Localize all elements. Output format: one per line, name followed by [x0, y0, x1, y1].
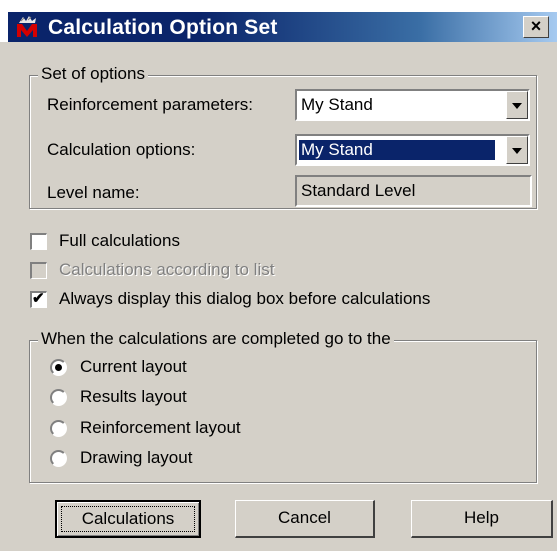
reinforcement-parameters-value: My Stand	[301, 95, 373, 114]
title-bar[interactable]: Calculation Option Set ×	[0, 0, 557, 42]
close-button[interactable]: ×	[523, 16, 549, 38]
chevron-down-icon[interactable]	[506, 91, 528, 119]
reinforcement-layout-radio[interactable]	[50, 420, 67, 437]
results-layout-radio[interactable]	[50, 389, 67, 406]
help-button-label: Help	[464, 508, 499, 527]
focus-rect	[61, 506, 195, 532]
set-of-options-title: Set of options	[38, 64, 148, 84]
drawing-layout-radio[interactable]	[50, 450, 67, 467]
reinforcement-parameters-label: Reinforcement parameters:	[47, 95, 253, 114]
reinforcement-layout-label[interactable]: Reinforcement layout	[80, 418, 241, 438]
calculation-option-set-dialog: Calculation Option Set × Set of options …	[0, 0, 557, 551]
drawing-layout-label[interactable]: Drawing layout	[80, 448, 192, 468]
goto-layout-title: When the calculations are completed go t…	[38, 329, 394, 349]
calculations-by-list-checkbox	[30, 262, 47, 279]
cancel-button[interactable]: Cancel	[235, 500, 375, 538]
calculations-button[interactable]: Calculations	[55, 500, 201, 538]
chevron-down-icon[interactable]	[506, 136, 528, 164]
level-name-field: Standard Level	[295, 175, 532, 207]
full-calculations-checkbox[interactable]	[30, 233, 47, 250]
current-layout-radio[interactable]	[50, 359, 67, 376]
calculations-by-list-label: Calculations according to list	[59, 260, 275, 279]
cancel-button-label: Cancel	[278, 508, 331, 527]
calculation-options-combo[interactable]: My Stand	[295, 134, 530, 166]
window-title: Calculation Option Set	[48, 16, 278, 39]
calculation-options-label: Calculation options:	[47, 140, 196, 159]
calculation-options-value: My Stand	[298, 139, 496, 161]
results-layout-label[interactable]: Results layout	[80, 387, 187, 407]
full-calculations-label[interactable]: Full calculations	[59, 231, 180, 251]
level-name-value: Standard Level	[301, 181, 416, 200]
checkmark-icon: ✔	[32, 290, 45, 307]
level-name-label: Level name:	[47, 183, 140, 202]
current-layout-label[interactable]: Current layout	[80, 357, 187, 377]
always-display-checkbox[interactable]: ✔	[30, 290, 47, 308]
reinforcement-parameters-combo[interactable]: My Stand	[295, 89, 530, 121]
help-button[interactable]: Help	[411, 500, 553, 538]
robot-m-icon	[14, 15, 40, 39]
always-display-label[interactable]: Always display this dialog box before ca…	[59, 289, 430, 309]
